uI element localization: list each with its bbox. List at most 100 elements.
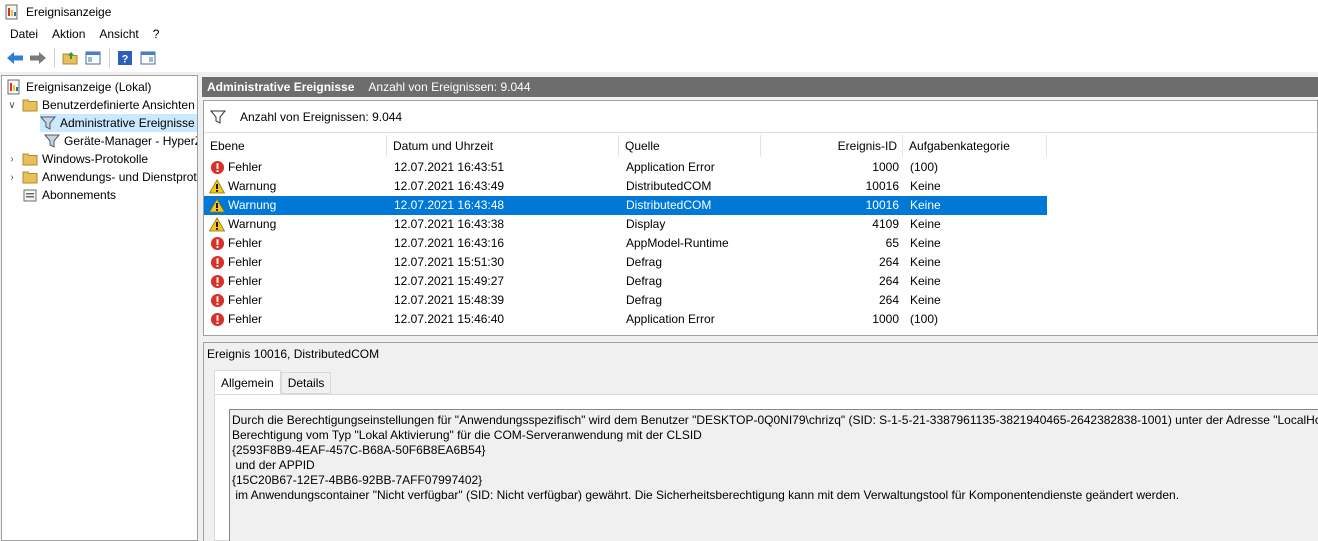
cell-event-id: 264 [878, 274, 899, 288]
event-row[interactable]: Warnung 12.07.2021 16:43:38 Display 4109 Kei… [204, 215, 1047, 234]
event-row[interactable]: Fehler 12.07.2021 15:49:27 Defrag 264 Keine [204, 272, 1047, 291]
tree-item-label: Windows-Protokolle [42, 152, 149, 166]
menu-aktion[interactable]: Aktion [45, 24, 92, 44]
cell-source: Defrag [626, 274, 663, 288]
show-hide-tree-icon[interactable] [82, 47, 104, 69]
event-row[interactable]: Fehler 12.07.2021 15:48:39 Defrag 264 Keine [204, 291, 1047, 310]
view-header: Administrative Ereignisse Anzahl von Ere… [202, 77, 1318, 97]
cell-level: Fehler [209, 253, 389, 272]
description-line: Durch die Berechtigungseinstellungen für… [232, 413, 1318, 427]
cell-category: Keine [910, 179, 941, 193]
cell-level: Fehler [209, 272, 389, 291]
cell-source: DistributedCOM [626, 198, 712, 212]
cell-source: AppModel-Runtime [626, 236, 729, 250]
cell-event-id: 4109 [872, 217, 899, 231]
filter-icon[interactable] [210, 109, 226, 125]
column-header-category[interactable]: Aufgabenkategorie [903, 135, 1047, 157]
tree-item-label: Ereignisanzeige (Lokal) [26, 80, 152, 94]
menu-datei[interactable]: Datei [3, 24, 45, 44]
cell-level: Fehler [209, 310, 389, 329]
level-text: Warnung [228, 217, 277, 231]
event-count: Anzahl von Ereignissen: 9.044 [368, 80, 531, 94]
chevron-down-icon[interactable]: ∨ [6, 100, 18, 111]
error-icon [209, 255, 225, 271]
event-row[interactable]: Fehler 12.07.2021 15:51:30 Defrag 264 Keine [204, 253, 1047, 272]
pane-splitter[interactable] [198, 75, 202, 541]
tree-item-label: Benutzerdefinierte Ansichten [42, 98, 195, 112]
cell-event-id: 264 [878, 293, 899, 307]
cell-level: Fehler [209, 158, 389, 177]
cell-event-id: 264 [878, 255, 899, 269]
detail-pane: Allgemein Details Durch die Berechtigung… [203, 364, 1318, 541]
tree-item-admin-events[interactable]: Administrative Ereignisse [40, 114, 197, 132]
menu-help[interactable]: ? [146, 24, 167, 44]
description-line: {15C20B67-12E7-4BB6-92BB-7AFF07997402} [232, 473, 483, 487]
level-text: Warnung [228, 198, 277, 212]
menu-ansicht[interactable]: Ansicht [92, 24, 145, 44]
event-row[interactable]: Warnung 12.07.2021 16:43:48 DistributedCOM… [204, 196, 1047, 215]
event-description[interactable]: Durch die Berechtigungseinstellungen für… [229, 409, 1318, 541]
cell-source: Defrag [626, 293, 663, 307]
event-row[interactable]: Fehler 12.07.2021 16:43:51 Application Err… [204, 158, 1047, 177]
folder-icon [22, 151, 38, 167]
tree-item-custom-views[interactable]: ∨ Benutzerdefinierte Ansichten [6, 96, 195, 114]
cell-event-id: 1000 [872, 312, 899, 326]
chevron-right-icon[interactable]: › [6, 154, 18, 165]
level-text: Fehler [228, 293, 263, 307]
cell-level: Fehler [209, 291, 389, 310]
tree-item-windows-logs[interactable]: › Windows-Protokolle [6, 150, 148, 168]
error-icon [209, 312, 225, 328]
filter-icon [40, 115, 56, 131]
level-text: Fehler [228, 255, 263, 269]
cell-datetime: 12.07.2021 16:43:38 [394, 217, 505, 231]
tree-item-label: Abonnements [42, 188, 117, 202]
column-header-level[interactable]: Ebene [204, 135, 387, 157]
tab-allgemein[interactable]: Allgemein [214, 370, 281, 394]
column-header-event-id[interactable]: Ereignis-ID [761, 135, 903, 157]
cell-category: Keine [910, 255, 941, 269]
view-title: Administrative Ereignisse [207, 80, 355, 94]
column-header-source[interactable]: Quelle [619, 135, 761, 157]
help-icon[interactable]: ? [114, 47, 136, 69]
cell-datetime: 12.07.2021 15:46:40 [394, 312, 505, 326]
cell-event-id: 10016 [865, 179, 899, 193]
column-headers: Ebene Datum und Uhrzeit Quelle Ereignis-… [204, 135, 1317, 157]
window-title: Ereignisanzeige [26, 5, 112, 19]
event-viewer-icon [6, 79, 22, 95]
forward-arrow-icon[interactable] [27, 47, 49, 69]
column-header-datetime[interactable]: Datum und Uhrzeit [387, 135, 619, 157]
tree-item-device-manager[interactable]: Geräte-Manager - HyperZ [44, 132, 198, 150]
toolbar-separator [54, 47, 55, 68]
tab-details[interactable]: Details [280, 372, 332, 394]
tree-item-root[interactable]: Ereignisanzeige (Lokal) [6, 78, 151, 96]
toolbar-separator [109, 47, 110, 68]
error-icon [209, 293, 225, 309]
cell-datetime: 12.07.2021 15:48:39 [394, 293, 505, 307]
action-pane-icon[interactable] [137, 47, 159, 69]
title-bar: Ereignisanzeige [0, 0, 1318, 24]
event-row[interactable]: Fehler 12.07.2021 16:43:16 AppModel-Runtim… [204, 234, 1047, 253]
filter-count: Anzahl von Ereignissen: 9.044 [240, 109, 403, 124]
description-line: und der APPID [232, 458, 315, 472]
back-arrow-icon[interactable] [4, 47, 26, 69]
cell-category: Keine [910, 293, 941, 307]
tree-item-label: Geräte-Manager - HyperZ [64, 134, 198, 148]
cell-level: Warnung [209, 177, 389, 196]
event-list: Anzahl von Ereignissen: 9.044 Ebene Datu… [203, 100, 1318, 336]
cell-level: Warnung [209, 196, 389, 215]
event-row[interactable]: Warnung 12.07.2021 16:43:49 DistributedCOM… [204, 177, 1047, 196]
detail-title: Ereignis 10016, DistributedCOM [207, 346, 380, 361]
cell-category: (100) [910, 312, 939, 326]
cell-level: Warnung [209, 215, 389, 234]
error-icon [209, 236, 225, 252]
tree-item-subscriptions[interactable]: Abonnements [22, 186, 116, 204]
folder-up-icon[interactable] [59, 47, 81, 69]
tab-content: Durch die Berechtigungseinstellungen für… [214, 394, 1318, 541]
event-row[interactable]: Fehler 12.07.2021 15:46:40 Application Err… [204, 310, 1047, 329]
level-text: Fehler [228, 160, 263, 174]
description-line: Berechtigung vom Typ "Lokal Aktivierung"… [232, 428, 702, 442]
tree-item-app-service-logs[interactable]: › Anwendungs- und Dienstprotokolle [6, 168, 197, 186]
cell-source: Display [626, 217, 666, 231]
cell-event-id: 10016 [865, 198, 899, 212]
chevron-right-icon[interactable]: › [6, 172, 18, 183]
